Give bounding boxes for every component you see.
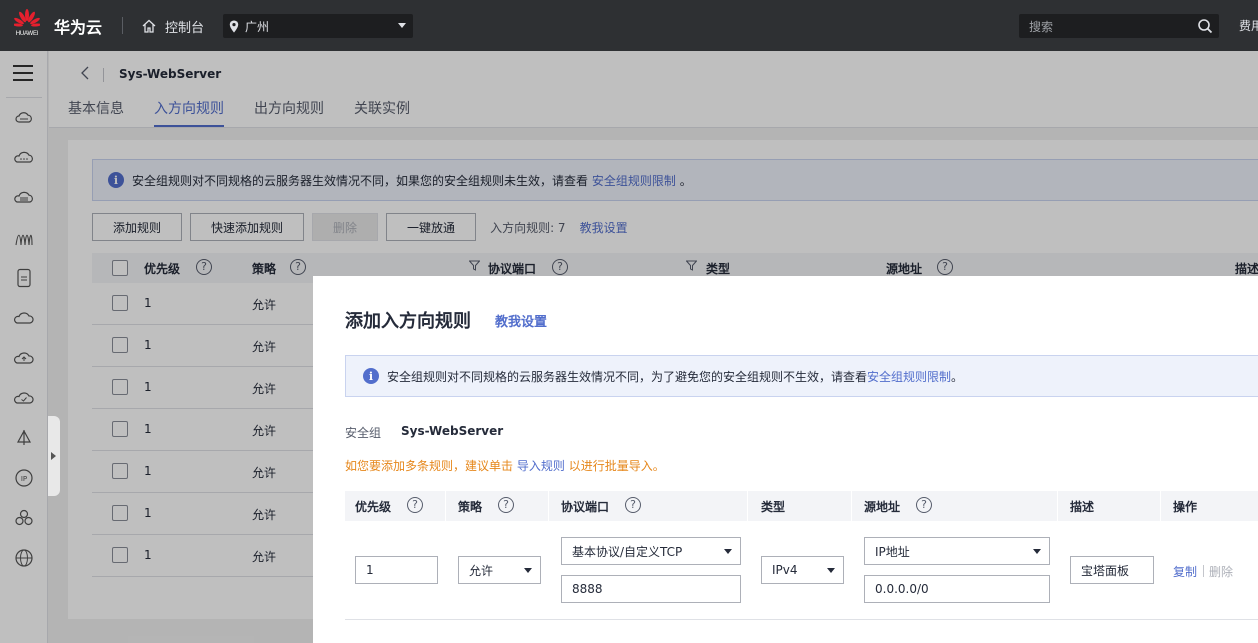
region-select[interactable]: 广州	[223, 14, 413, 38]
divider	[1203, 565, 1204, 577]
source-type-select[interactable]: IP地址	[864, 537, 1050, 565]
notice-text: 安全组规则对不同规格的云服务器生效情况不同，为了避免您的安全组规则不生效，请查看	[387, 369, 868, 384]
priority-input[interactable]: 1	[355, 556, 438, 584]
console-label: 控制台	[165, 20, 205, 36]
chevron-down-icon	[827, 568, 835, 573]
header-description: 描述	[1070, 500, 1095, 514]
huawei-logo-icon	[14, 9, 40, 27]
security-group-value: Sys-WebServer	[401, 424, 504, 438]
header-policy: 策略	[458, 500, 483, 514]
policy-select[interactable]: 允许	[458, 556, 541, 584]
ip-type-select[interactable]: IPv4	[761, 556, 844, 584]
help-icon[interactable]: ?	[916, 497, 932, 513]
chevron-down-icon	[1033, 549, 1041, 554]
delete-rule-link[interactable]: 删除	[1209, 563, 1233, 580]
header-operation: 操作	[1173, 500, 1198, 514]
protocol-select[interactable]: 基本协议/自定义TCP	[561, 537, 741, 565]
import-tip: 如您要添加多条规则，建议单击 导入规则 以进行批量导入。	[345, 457, 665, 474]
description-input[interactable]: 宝塔面板	[1070, 556, 1154, 584]
logo-text: HUAWEI	[15, 31, 39, 37]
divider	[122, 17, 123, 34]
help-icon[interactable]: ?	[407, 497, 423, 513]
import-rules-link[interactable]: 导入规则	[517, 459, 565, 473]
source-type-value: IP地址	[875, 544, 910, 559]
home-icon	[142, 19, 156, 33]
header-protocol-port: 协议端口	[561, 500, 610, 514]
chevron-down-icon	[724, 549, 732, 554]
brand-title[interactable]: 华为云	[54, 14, 102, 38]
sidebar-collapse-handle[interactable]	[48, 416, 60, 496]
header-type: 类型	[761, 500, 786, 514]
search-placeholder: 搜索	[1029, 19, 1054, 34]
location-pin-icon	[229, 20, 239, 32]
port-input[interactable]: 8888	[561, 575, 741, 603]
source-ip-input[interactable]: 0.0.0.0/0	[864, 575, 1050, 603]
help-icon[interactable]: ?	[498, 497, 514, 513]
chevron-down-icon	[524, 568, 532, 573]
search-input[interactable]: 搜索	[1019, 14, 1219, 38]
security-group-label: 安全组	[345, 426, 382, 440]
add-inbound-rule-dialog: 添加入方向规则 教我设置 i 安全组规则对不同规格的云服务器生效情况不同，为了避…	[313, 276, 1258, 643]
tip-suffix: 以进行批量导入。	[568, 459, 665, 473]
notice-link[interactable]: 安全组规则限制	[867, 370, 951, 384]
info-icon: i	[363, 368, 379, 384]
help-icon[interactable]: ?	[625, 497, 641, 513]
console-link[interactable]: 控制台	[141, 15, 204, 37]
huawei-logo[interactable]: HUAWEI	[12, 9, 42, 41]
tip-prefix: 如您要添加多条规则，建议单击	[345, 459, 514, 473]
protocol-value: 基本协议/自定义TCP	[572, 544, 683, 559]
ip-type-value: IPv4	[772, 563, 798, 577]
notice-banner: i 安全组规则对不同规格的云服务器生效情况不同，为了避免您的安全组规则不生效，请…	[345, 355, 1258, 397]
rule-row: 1 允许 基本协议/自定义TCP 8888 IPv4 IP地址 0.0.0.0/…	[345, 521, 1258, 620]
dialog-title: 添加入方向规则	[345, 311, 471, 332]
header-source: 源地址	[864, 500, 901, 514]
copy-rule-link[interactable]: 复制	[1173, 563, 1197, 580]
notice-end: 。	[951, 369, 964, 384]
rule-table-header: 优先级 ? 策略 ? 协议端口 ? 类型 源地址 ? 描述 操作	[345, 491, 1258, 521]
search-icon[interactable]	[1197, 18, 1213, 34]
fee-menu[interactable]: 费用	[1239, 17, 1258, 34]
region-value: 广州	[245, 19, 270, 34]
header-priority: 优先级	[355, 500, 392, 514]
policy-value: 允许	[469, 563, 494, 578]
teach-me-link[interactable]: 教我设置	[495, 311, 547, 330]
top-bar: HUAWEI 华为云 控制台 广州 搜索 费用	[0, 0, 1258, 51]
chevron-down-icon	[398, 23, 406, 28]
